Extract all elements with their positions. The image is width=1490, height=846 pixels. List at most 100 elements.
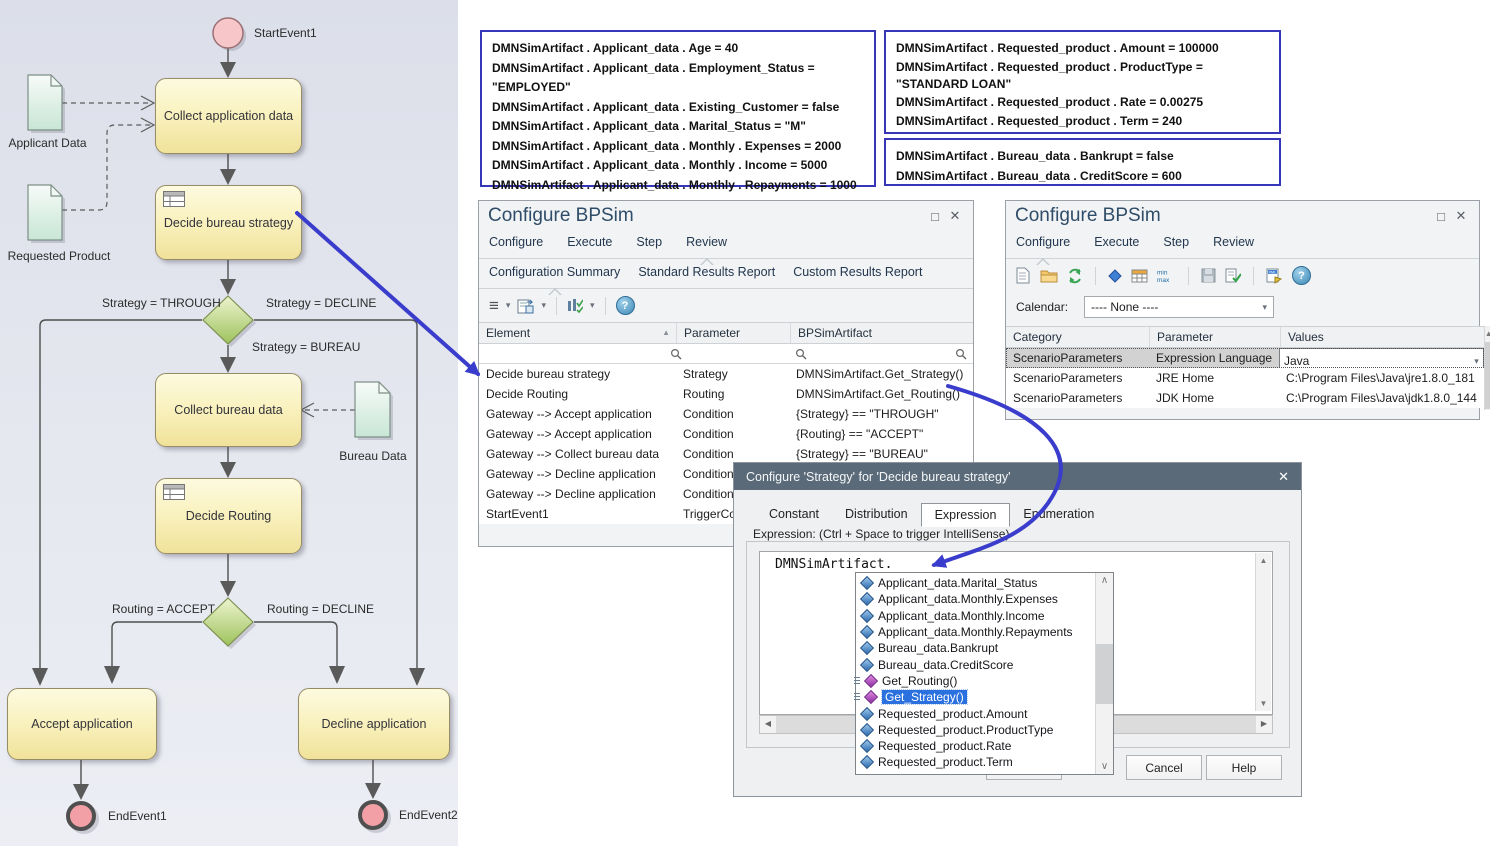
- task-collect-bureau-data[interactable]: Collect bureau data: [155, 373, 302, 447]
- intellisense-item[interactable]: Requested_product.Term: [858, 754, 1095, 770]
- tab-configure[interactable]: Configure: [1016, 235, 1070, 249]
- help-button[interactable]: Help: [1206, 755, 1282, 780]
- table-row[interactable]: Decide RoutingRoutingDMNSimArtifact.Get_…: [479, 384, 973, 404]
- scroll-right-icon[interactable]: ▶: [1256, 716, 1272, 733]
- column-header-element[interactable]: Element ▲: [479, 323, 677, 343]
- new-document-icon[interactable]: [1016, 267, 1031, 284]
- table-row[interactable]: Decide bureau strategyStrategyDMNSimArti…: [479, 364, 973, 384]
- intellisense-item[interactable]: Bureau_data.CreditScore: [858, 656, 1095, 672]
- refresh-icon[interactable]: [1067, 268, 1083, 284]
- help-icon[interactable]: ?: [616, 296, 635, 315]
- scroll-down-icon[interactable]: ▼: [1256, 696, 1271, 711]
- close-button[interactable]: ✕: [945, 208, 965, 224]
- tab-constant[interactable]: Constant: [756, 503, 832, 527]
- configuration-table-icon[interactable]: [1131, 269, 1148, 283]
- table-row[interactable]: ScenarioParameters JDK Home C:\Program F…: [1006, 388, 1484, 408]
- table-row[interactable]: Gateway --> Accept applicationCondition{…: [479, 404, 973, 424]
- maximize-button[interactable]: □: [925, 209, 945, 224]
- parameter-filter-cell[interactable]: [688, 344, 813, 363]
- task-collect-application-data[interactable]: Collect application data: [155, 78, 302, 154]
- scroll-left-icon[interactable]: ◀: [760, 716, 776, 733]
- subtab-standard-results-report[interactable]: Standard Results Report: [638, 265, 775, 279]
- table-row[interactable]: Gateway --> Collect bureau dataCondition…: [479, 444, 973, 464]
- scroll-up-icon[interactable]: ▲: [1485, 326, 1490, 341]
- table-row[interactable]: ScenarioParameters JRE Home C:\Program F…: [1006, 368, 1484, 388]
- intellisense-item[interactable]: Get_Routing(): [858, 673, 1095, 689]
- end-event1-circle[interactable]: [68, 803, 94, 829]
- summary-report-icon[interactable]: [517, 298, 534, 314]
- column-header-bpsimartifact[interactable]: BPSimArtifact: [791, 323, 973, 343]
- column-header-parameter[interactable]: Parameter: [677, 323, 791, 343]
- applicant-data-object[interactable]: [28, 75, 62, 130]
- xml-report-icon[interactable]: XML: [1266, 268, 1283, 284]
- end-event2-circle[interactable]: [360, 802, 386, 828]
- intellisense-item-selected[interactable]: Get_Strategy(): [858, 689, 1095, 705]
- intellisense-item[interactable]: Requested_product.Rate: [858, 738, 1095, 754]
- chevron-down-icon[interactable]: ▾: [506, 300, 511, 311]
- intellisense-item[interactable]: Applicant_data.Monthly.Income: [858, 608, 1095, 624]
- sort-ascending-icon[interactable]: ▲: [662, 328, 670, 337]
- start-event-circle[interactable]: [213, 18, 243, 48]
- intellisense-item[interactable]: Requested_product.Amount: [858, 705, 1095, 721]
- scroll-down-icon[interactable]: ∨: [1096, 759, 1113, 774]
- expression-vscrollbar[interactable]: ▲ ▼: [1255, 553, 1271, 711]
- scroll-up-icon[interactable]: ∧: [1096, 573, 1113, 588]
- table-row-selected[interactable]: ScenarioParameters Expression Language J…: [1006, 348, 1484, 368]
- hamburger-menu-icon[interactable]: ≡: [489, 299, 499, 313]
- intellisense-scrollbar[interactable]: ∧ ∨: [1095, 573, 1113, 774]
- subtab-configuration-summary[interactable]: Configuration Summary: [489, 265, 620, 279]
- tab-step[interactable]: Step: [1163, 235, 1189, 249]
- help-icon[interactable]: ?: [1292, 266, 1311, 285]
- task-decide-routing[interactable]: Decide Routing: [155, 478, 302, 554]
- dialog-titlebar[interactable]: Configure 'Strategy' for 'Decide bureau …: [734, 463, 1301, 490]
- close-button[interactable]: ✕: [1451, 208, 1471, 224]
- window-titlebar[interactable]: Configure BPSim □ ✕: [479, 201, 973, 229]
- task-accept-application[interactable]: Accept application: [7, 688, 157, 760]
- tab-execute[interactable]: Execute: [567, 235, 612, 249]
- intellisense-item[interactable]: Requested_product.ProductType: [858, 722, 1095, 738]
- tab-step[interactable]: Step: [636, 235, 662, 249]
- min-max-icon[interactable]: minmax: [1157, 268, 1176, 283]
- intellisense-item[interactable]: Bureau_data.Bankrupt: [858, 640, 1095, 656]
- scrollbar-thumb[interactable]: [1096, 644, 1113, 704]
- open-folder-icon[interactable]: [1040, 268, 1058, 283]
- cancel-button[interactable]: Cancel: [1126, 755, 1202, 780]
- values-combo[interactable]: Java ▾: [1279, 348, 1484, 368]
- task-decline-application[interactable]: Decline application: [298, 688, 450, 760]
- tab-enumeration[interactable]: Enumeration: [1010, 503, 1107, 527]
- intellisense-item[interactable]: Applicant_data.Marital_Status: [858, 575, 1095, 591]
- tab-configure[interactable]: Configure: [489, 235, 543, 249]
- window-titlebar[interactable]: Configure BPSim □ ✕: [1006, 201, 1479, 229]
- toolbar-separator: [1188, 267, 1189, 285]
- scroll-up-icon[interactable]: ▲: [1256, 553, 1271, 568]
- tab-review[interactable]: Review: [1213, 235, 1254, 249]
- field-diamond-icon: [860, 723, 874, 737]
- bpsimartifact-filter-cell[interactable]: [813, 344, 973, 363]
- requested-product-object[interactable]: [28, 185, 62, 240]
- column-header-values[interactable]: Values: [1281, 327, 1484, 347]
- vertical-scrollbar[interactable]: ▲: [1484, 326, 1490, 410]
- calendar-dropdown[interactable]: ---- None ---- ▾: [1084, 296, 1274, 318]
- bureau-data-object[interactable]: [355, 382, 390, 437]
- chevron-down-icon[interactable]: ▾: [541, 300, 546, 311]
- tab-expression[interactable]: Expression: [921, 503, 1011, 527]
- filter-options-icon[interactable]: [567, 298, 583, 314]
- validate-document-icon[interactable]: [1225, 268, 1241, 284]
- table-row[interactable]: Gateway --> Accept applicationCondition{…: [479, 424, 973, 444]
- artifact-diamond-icon[interactable]: [1108, 269, 1122, 283]
- tab-execute[interactable]: Execute: [1094, 235, 1139, 249]
- tab-review[interactable]: Review: [686, 235, 727, 249]
- scrollbar-thumb[interactable]: [1485, 342, 1490, 409]
- maximize-button[interactable]: □: [1431, 209, 1451, 224]
- intellisense-item[interactable]: Applicant_data.Monthly.Repayments: [858, 624, 1095, 640]
- task-decide-bureau-strategy[interactable]: Decide bureau strategy: [155, 185, 302, 260]
- column-header-category[interactable]: Category: [1006, 327, 1150, 347]
- save-icon[interactable]: [1201, 268, 1216, 283]
- intellisense-item[interactable]: Applicant_data.Monthly.Expenses: [858, 591, 1095, 607]
- chevron-down-icon[interactable]: ▾: [590, 300, 595, 311]
- subtab-custom-results-report[interactable]: Custom Results Report: [793, 265, 922, 279]
- tab-distribution[interactable]: Distribution: [832, 503, 921, 527]
- element-filter-cell[interactable]: [479, 344, 688, 363]
- column-header-parameter[interactable]: Parameter: [1150, 327, 1281, 347]
- close-icon[interactable]: ✕: [1278, 469, 1289, 485]
